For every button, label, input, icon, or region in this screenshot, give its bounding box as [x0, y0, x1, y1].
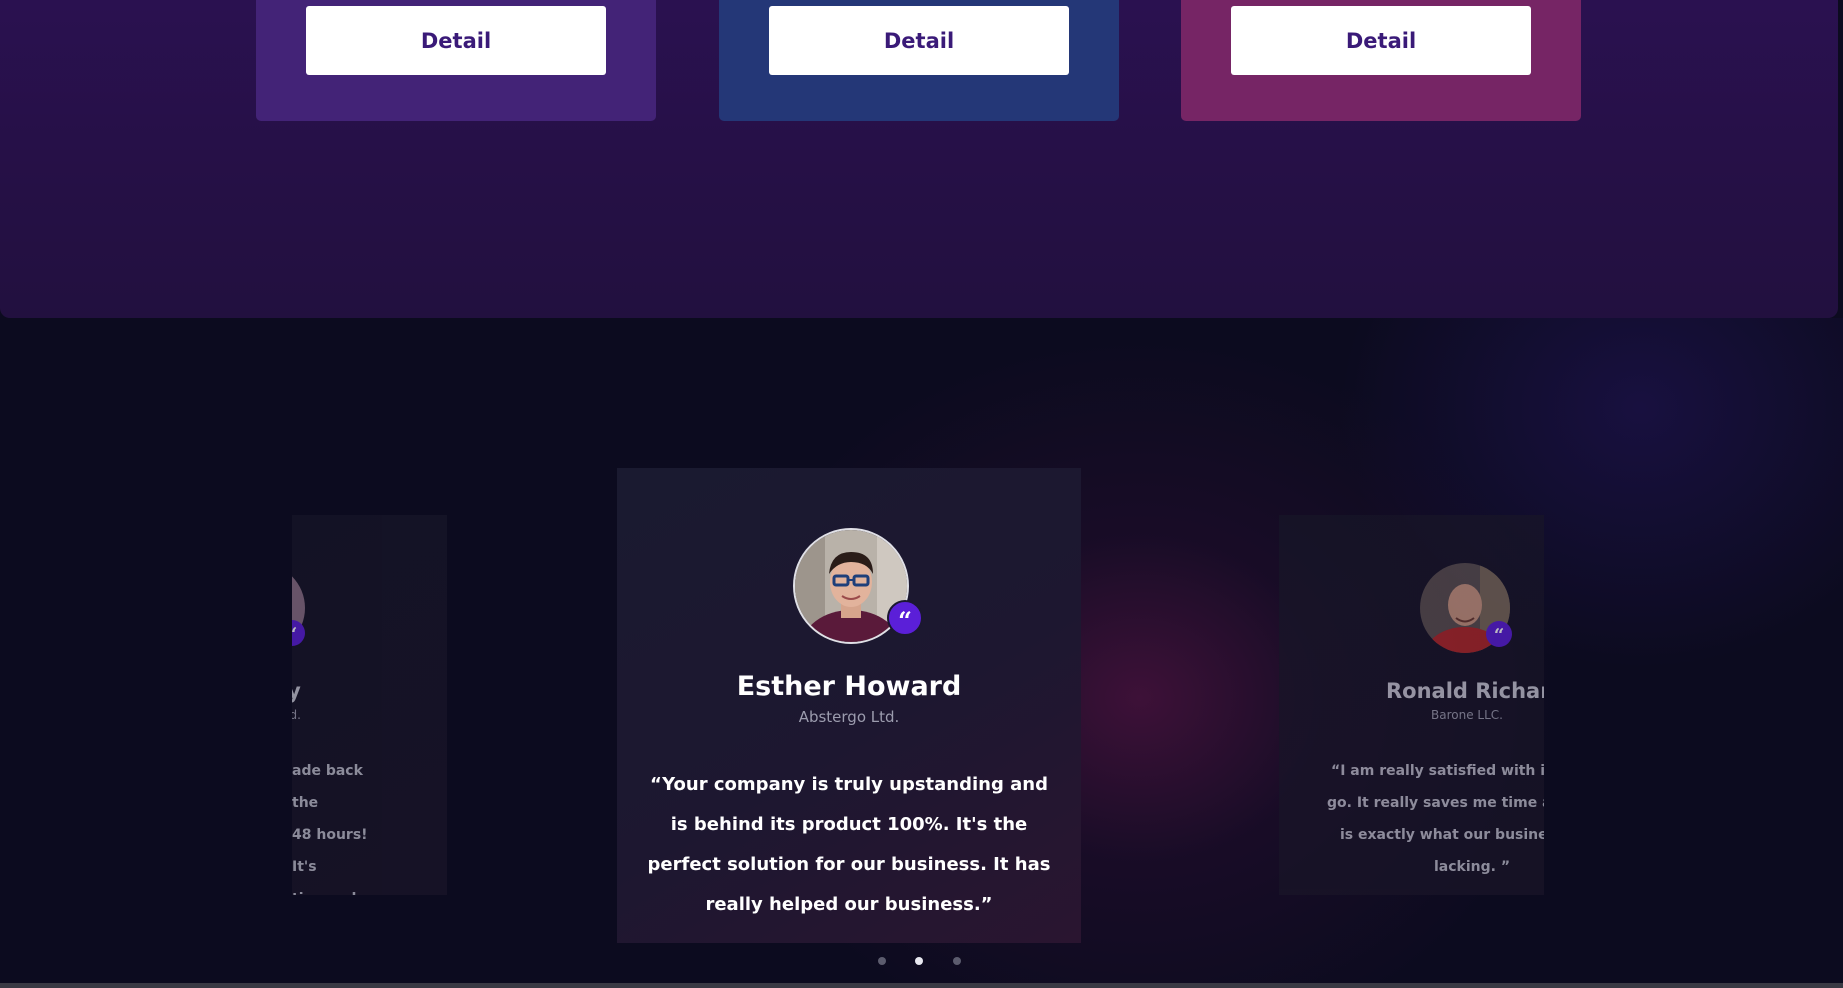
testimonial-quote: “I am really satisfied with it. I'm go. … [1319, 755, 1544, 883]
quote-line: is behind its product 100%. It's the [670, 814, 1028, 835]
testimonial-company: s Ltd. [292, 708, 301, 722]
detail-button[interactable]: Detail [769, 6, 1069, 75]
avatar: “ [793, 528, 923, 644]
quote-line: “I am really satisfied with it. I'm [1331, 763, 1544, 779]
carousel-dot[interactable] [878, 957, 886, 965]
quote-icon: “ [1486, 621, 1512, 647]
pricing-section: Detail Detail Detail [0, 0, 1838, 318]
testimonial-name: Ronald Richards [1386, 679, 1544, 703]
testimonial-name: Esther Howard [736, 671, 962, 702]
testimonial-card-next[interactable]: “ Ronald Richards Barone LLC. “I am real… [1279, 515, 1544, 895]
pricing-card-2: Detail [719, 0, 1119, 121]
testimonial-card-previous[interactable]: “ Henry s Ltd. ade back the 48 hours! It… [292, 515, 447, 895]
avatar: “ [292, 563, 305, 653]
carousel-pagination [870, 954, 970, 968]
quote-line: tive and highly [292, 883, 392, 895]
quote-line: ade back the [292, 763, 363, 811]
quote-line: perfect solution for our business. It ha… [647, 854, 1051, 875]
avatar: “ [1420, 563, 1512, 655]
quote-icon: “ [292, 620, 305, 646]
detail-button[interactable]: Detail [306, 6, 606, 75]
pricing-card-1: Detail [256, 0, 656, 121]
quote-icon: “ [887, 600, 923, 636]
testimonial-quote: ade back the 48 hours! It's tive and hig… [292, 755, 392, 895]
carousel-dot-active[interactable] [915, 957, 923, 965]
carousel-dot[interactable] [953, 957, 961, 965]
testimonial-card-active[interactable]: “ Esther Howard Abstergo Ltd. “Your comp… [617, 468, 1081, 943]
quote-line: really helped our business.” [705, 894, 993, 915]
quote-line: go. It really saves me time and e [1327, 795, 1544, 811]
quote-line: 48 hours! It's [292, 827, 368, 875]
quote-line: is exactly what our business ha [1340, 827, 1544, 843]
testimonial-company: Abstergo Ltd. [798, 708, 900, 726]
divider [0, 983, 1843, 988]
detail-button[interactable]: Detail [1231, 6, 1531, 75]
quote-line: lacking. ” [1434, 859, 1511, 875]
quote-line: “Your company is truly upstanding and [650, 774, 1048, 795]
pricing-card-3: Detail [1181, 0, 1581, 121]
testimonial-name: Henry [292, 679, 301, 703]
testimonial-company: Barone LLC. [1431, 708, 1503, 722]
testimonial-quote: “Your company is truly upstanding and is… [617, 765, 1081, 925]
